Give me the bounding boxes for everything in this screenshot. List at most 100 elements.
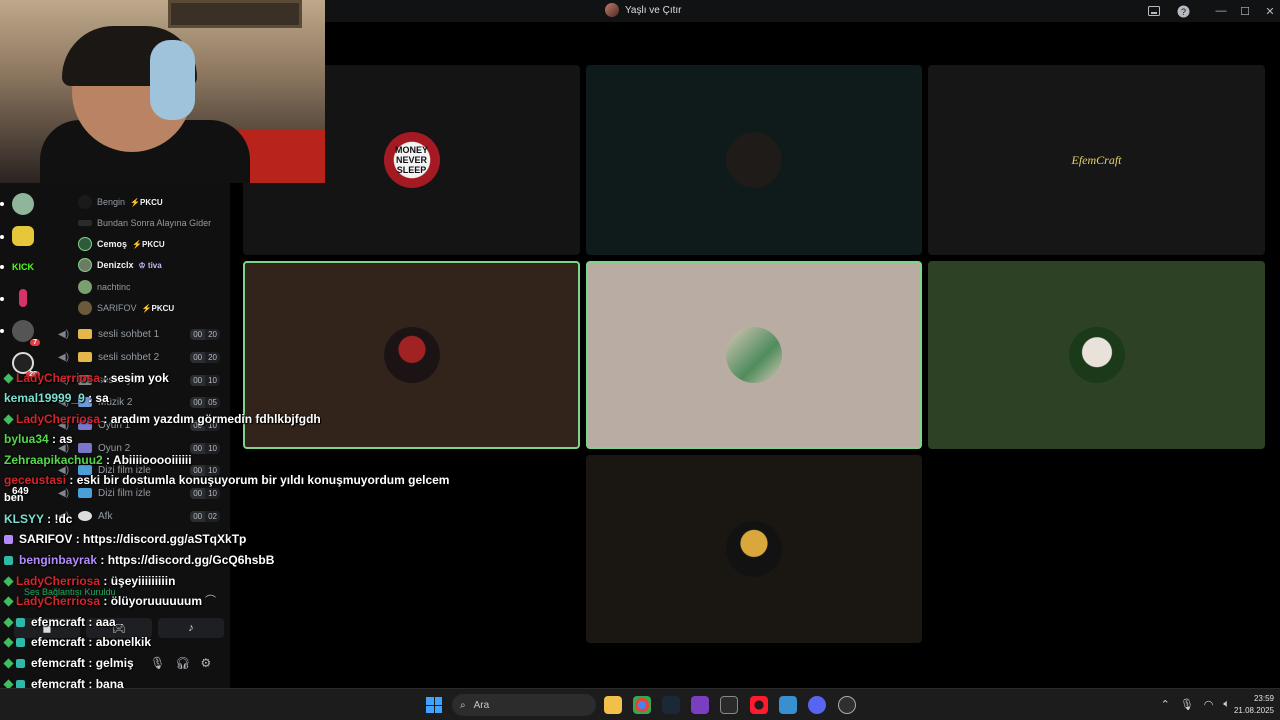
windows-taskbar: ⌕ Ara ⌃ 🎙︎ ◠ 🔈︎ 23:59 21.08.2025 [0, 688, 1280, 720]
settings-icon[interactable]: ⚙ [200, 656, 211, 670]
member-tag: ⚡PKCU [141, 303, 175, 313]
server-icon-5[interactable]: 7 [6, 317, 40, 346]
chrome-icon[interactable] [633, 696, 651, 714]
member-name: SARIFOV [97, 303, 137, 313]
channel-name: Oyun 2 [98, 442, 131, 454]
maximize-icon[interactable]: ☐ [1237, 3, 1253, 19]
member-name: Bundan Sonra Alayına Gider [97, 218, 212, 228]
badge-icon [3, 576, 14, 587]
inbox-icon[interactable] [1146, 3, 1162, 19]
taskbar-search[interactable]: ⌕ Ara [452, 694, 596, 716]
member-tag: ♔ tiva [138, 260, 162, 270]
app-icon[interactable] [779, 696, 797, 714]
volume-icon[interactable]: 🔈︎ [1223, 698, 1230, 711]
server-icon-2[interactable] [6, 222, 40, 250]
chat-message: efemcraft : gelmiş [3, 656, 134, 670]
video-tile-5[interactable] [586, 261, 922, 449]
speaker-icon: ◀) [58, 328, 70, 340]
speaker-icon: ◀) [58, 487, 70, 499]
badge-icon [4, 535, 13, 545]
channel-name: sesli sohbet 2 [98, 351, 160, 363]
start-icon[interactable] [426, 697, 442, 713]
badge-icon [16, 638, 25, 648]
wifi-icon[interactable]: ◠ [1204, 698, 1214, 711]
voice-member[interactable]: Bengin ⚡PKCU [78, 193, 163, 211]
participant-avatar: MONEY NEVER SLEEP [383, 132, 440, 188]
window-title-text: Yaşlı ve Çıtır [625, 4, 682, 16]
avatar [78, 280, 92, 294]
obs-icon[interactable] [691, 696, 709, 714]
chat-message: benginbayrak : https://discord.gg/GcQ6hs… [4, 553, 274, 567]
user-limit: 00 05 [190, 396, 220, 408]
chat-message: LadyCherriosa : üşeyiiiiiiiiin [3, 574, 175, 588]
search-placeholder: Ara [473, 699, 490, 711]
soundboard-icon[interactable]: ♪ [158, 618, 224, 638]
avatar [78, 301, 92, 315]
server-avatar [605, 3, 619, 17]
gamepad-icon [78, 443, 92, 453]
chat-message: efemcraft : abonelkik [3, 635, 151, 649]
member-name: Denizclx [97, 260, 134, 270]
mention-badge: 7 [30, 339, 40, 346]
video-tile-7[interactable] [586, 455, 922, 643]
user-controls: 🎙︎ 🎧︎ ⚙ [150, 656, 211, 670]
chat-message: Zehraapikachuu2 : Abiiiiooooiiiiii [4, 453, 192, 467]
voice-member[interactable]: nachtinc [78, 278, 131, 296]
microphone-icon[interactable]: 🎙︎ [1180, 698, 1194, 711]
voice-channel[interactable]: ◀) Afk 00 02 [58, 507, 220, 525]
participant-avatar [726, 132, 782, 188]
voice-channel[interactable]: ◀) sesli sohbet 2 00 20 [58, 348, 220, 366]
voice-member[interactable]: Bundan Sonra Alayına Gider [78, 214, 211, 232]
chat-message: LadyCherriosa : sesim yok [3, 371, 169, 385]
app-icon[interactable] [838, 696, 856, 714]
server-icon-kick[interactable]: KICK [6, 253, 40, 281]
clock-time: 23:59 [1253, 694, 1274, 703]
beer-icon [78, 329, 92, 339]
discord-icon[interactable] [808, 696, 826, 714]
chevron-up-icon[interactable]: ⌃ [1161, 698, 1170, 711]
video-tile-6[interactable] [928, 261, 1265, 449]
unread-dot [0, 202, 4, 206]
unread-dot [0, 297, 4, 301]
opera-icon[interactable] [750, 696, 768, 714]
user-limit: 00 10 [190, 442, 220, 454]
epic-games-icon[interactable] [720, 696, 738, 714]
microphone-icon[interactable]: 🎙︎ [150, 656, 165, 670]
voice-channel[interactable]: ◀) sesli sohbet 1 00 20 [58, 325, 220, 343]
badge-icon [3, 617, 14, 628]
member-tag: ⚡PKCU [130, 197, 163, 207]
server-icon-4[interactable] [6, 284, 40, 312]
user-limit: 00 02 [190, 510, 220, 522]
viewer-count: 649 [12, 486, 29, 497]
clock-date: 21.08.2025 [1233, 706, 1274, 715]
participant-avatar [726, 521, 782, 577]
close-icon[interactable]: ✕ [1262, 3, 1278, 19]
user-limit: 00 10 [190, 487, 220, 499]
film-icon [78, 488, 92, 498]
headphones-icon[interactable]: 🎧︎ [175, 656, 190, 670]
voice-member[interactable]: Denizclx ♔ tiva [78, 256, 162, 274]
help-icon[interactable]: ? [1175, 3, 1191, 19]
minimize-icon[interactable]: — [1213, 3, 1229, 19]
chat-message: LadyCherriosa : aradım yazdım görmedin f… [3, 412, 321, 426]
video-tile-3[interactable]: EfemCraft [928, 65, 1265, 255]
file-explorer-icon[interactable] [604, 696, 622, 714]
channel-name: Afk [98, 510, 113, 522]
user-limit: 00 10 [190, 374, 220, 386]
badge-icon [16, 659, 25, 669]
disconnect-icon[interactable]: ⌒ [205, 592, 216, 608]
participant-avatar [726, 327, 782, 383]
clock[interactable]: 23:59 21.08.2025 [1230, 693, 1274, 717]
participant-avatar [383, 327, 440, 383]
voice-member[interactable]: Cemoş ⚡PKCU [78, 235, 165, 253]
speaker-icon: ◀) [58, 351, 70, 363]
steam-icon[interactable] [662, 696, 680, 714]
video-tile-2[interactable] [586, 65, 922, 255]
voice-member[interactable]: SARIFOV ⚡PKCU [78, 299, 174, 317]
screen: Yaşlı ve Çıtır ? — ☐ ✕ MONEY NEVER SLEEP… [0, 0, 1280, 720]
server-icon-1[interactable] [6, 190, 40, 218]
badge-icon [3, 658, 14, 669]
avatar [78, 237, 92, 251]
chat-message: efemcraft : aaa [3, 615, 116, 629]
badge-icon [4, 556, 13, 566]
